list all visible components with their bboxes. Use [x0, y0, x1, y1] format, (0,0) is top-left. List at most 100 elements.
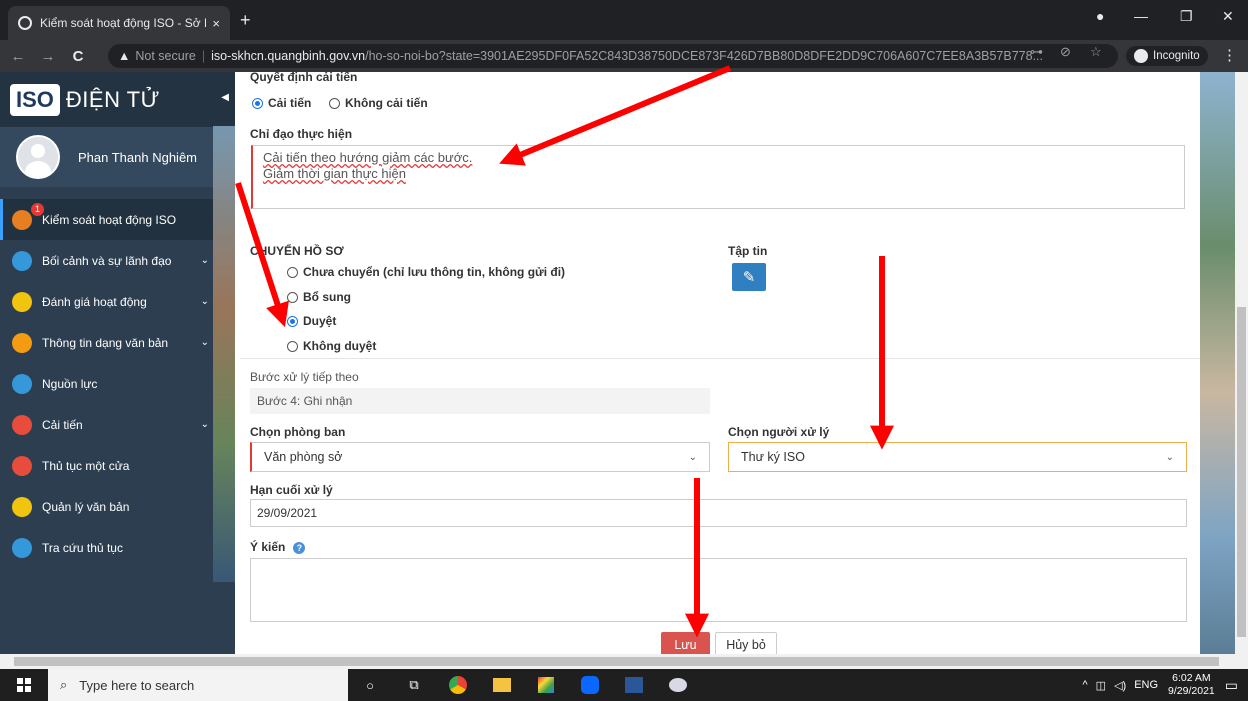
close-window-button[interactable]: ✕: [1222, 8, 1234, 25]
background-photo: [1200, 72, 1235, 654]
sidebar-item-label: Đánh giá hoạt động: [42, 294, 147, 309]
logo-iso: ISO: [10, 83, 60, 116]
url-separator: |: [201, 49, 206, 63]
word-icon[interactable]: [612, 669, 656, 701]
sidebar-item[interactable]: Nguồn lực: [0, 363, 235, 404]
sidebar-item[interactable]: 1 Kiểm soát hoạt động ISO: [0, 199, 235, 240]
opinion-textarea[interactable]: [250, 558, 1187, 622]
direction-textarea[interactable]: Cải tiến theo hướng giảm các bước. Giảm …: [251, 145, 1185, 209]
scroll-thumb[interactable]: [14, 657, 1219, 666]
key-icon[interactable]: ⊶: [1030, 44, 1043, 60]
save-button[interactable]: Lưu: [661, 632, 710, 654]
radio-dot: [252, 97, 263, 109]
radio-label: Bổ sung: [303, 290, 351, 304]
collapse-sidebar-icon[interactable]: ◀: [221, 92, 229, 103]
decision-option-improve[interactable]: Cải tiến: [252, 96, 311, 110]
menu-icon: [12, 209, 32, 230]
network-icon[interactable]: ◫: [1096, 679, 1106, 692]
browser-tab[interactable]: Kiểm soát hoạt động ISO - Sở Kh ×: [8, 6, 230, 40]
sidebar-item[interactable]: Đánh giá hoạt động ⌄: [0, 281, 235, 322]
taskbar-search[interactable]: ⌕ Type here to search: [48, 669, 348, 701]
transfer-option-not-sent[interactable]: Chưa chuyển (chỉ lưu thông tin, không gử…: [287, 265, 565, 279]
sidebar-item[interactable]: Bối cảnh và sự lãnh đạo ⌄: [0, 240, 235, 281]
globe-icon: [18, 16, 32, 30]
chevron-down-icon: ⌄: [688, 451, 697, 463]
incognito-label: Incognito: [1153, 50, 1200, 62]
menu-icon: [12, 250, 32, 271]
bookmark-star-icon[interactable]: ☆: [1090, 44, 1102, 60]
search-icon: ⌕: [60, 677, 68, 692]
chrome-icon[interactable]: [436, 669, 480, 701]
back-icon[interactable]: ←: [6, 48, 30, 65]
sidebar-item[interactable]: Cải tiến ⌄: [0, 404, 235, 445]
department-value: Văn phòng sở: [264, 450, 343, 464]
sidebar-item[interactable]: Tra cứu thủ tục: [0, 527, 235, 568]
avatar: [16, 135, 60, 179]
deadline-input[interactable]: 29/09/2021: [250, 499, 1187, 527]
clock[interactable]: 6:02 AM 9/29/2021: [1168, 672, 1215, 698]
forward-icon[interactable]: →: [36, 48, 60, 65]
scroll-thumb[interactable]: [1237, 307, 1246, 637]
chevron-down-icon: ⌄: [200, 296, 209, 307]
next-step-field: Bước 4: Ghi nhận: [250, 388, 710, 414]
handler-value: Thư ký ISO: [741, 450, 805, 464]
sidebar-item-label: Thông tin dạng văn bản: [42, 335, 169, 350]
incognito-icon: [1134, 49, 1148, 63]
taskbar-search-placeholder: Type here to search: [79, 677, 195, 693]
vertical-scrollbar[interactable]: [1235, 72, 1248, 654]
tracking-icon[interactable]: ⊘: [1060, 44, 1071, 60]
incognito-badge[interactable]: Incognito: [1126, 46, 1208, 66]
paint-icon[interactable]: [656, 669, 700, 701]
transfer-option-supplement[interactable]: Bổ sung: [287, 290, 351, 304]
url-host: iso-skhcn.quangbinh.gov.vn: [211, 49, 366, 63]
handler-select[interactable]: Thư ký ISO ⌄: [728, 442, 1187, 472]
minimize-button[interactable]: —: [1134, 8, 1148, 24]
radio-label: Duyệt: [303, 314, 337, 328]
opinion-label-text: Ý kiến: [250, 540, 286, 554]
sidebar-item-label: Kiểm soát hoạt động ISO: [42, 212, 177, 227]
radio-label: Cải tiến: [268, 96, 312, 110]
sidebar-item-label: Bối cảnh và sự lãnh đạo: [42, 253, 172, 268]
new-tab-button[interactable]: +: [240, 10, 251, 31]
file-explorer-icon[interactable]: [480, 669, 524, 701]
user-panel[interactable]: Phan Thanh Nghiêm: [0, 127, 235, 187]
browser-menu-icon[interactable]: ⋮: [1222, 46, 1237, 64]
notification-icon[interactable]: ▭: [1225, 677, 1238, 694]
sidebar-item-label: Thủ tục một cửa: [42, 458, 130, 473]
cancel-button[interactable]: Hủy bỏ: [715, 632, 777, 654]
help-icon[interactable]: ?: [293, 542, 306, 554]
app-icon[interactable]: [524, 669, 568, 701]
radio-dot: [329, 97, 340, 109]
chevron-down-icon: ⌄: [1165, 451, 1174, 463]
radio-label: Không duyệt: [303, 339, 377, 353]
decision-option-no-improve[interactable]: Không cải tiến: [329, 96, 428, 110]
department-select[interactable]: Văn phòng sở ⌄: [250, 442, 710, 472]
sidebar-item[interactable]: Thủ tục một cửa: [0, 445, 235, 486]
transfer-option-approve[interactable]: Duyệt: [287, 314, 336, 328]
main-form: Quyết định cải tiến Cải tiến Không cải t…: [235, 72, 1200, 654]
task-view-icon[interactable]: ⧉: [392, 669, 436, 701]
sidebar-item[interactable]: Thông tin dạng văn bản ⌄: [0, 322, 235, 363]
transfer-option-reject[interactable]: Không duyệt: [287, 339, 376, 353]
language-indicator[interactable]: ENG: [1134, 679, 1158, 691]
deadline-label: Hạn cuối xử lý: [250, 483, 333, 497]
reload-icon[interactable]: C: [66, 48, 90, 65]
url-bar[interactable]: ▲ Not secure | iso-skhcn.quangbinh.gov.v…: [108, 44, 1118, 68]
warning-icon: ▲: [118, 49, 131, 63]
app-logo[interactable]: ISO ĐIỆN TỬ ◀: [0, 72, 235, 127]
tray-chevron-icon[interactable]: ^: [1083, 679, 1088, 691]
zalo-icon[interactable]: [568, 669, 612, 701]
volume-icon[interactable]: ◁): [1114, 679, 1126, 692]
department-label: Chọn phòng ban: [250, 425, 346, 439]
tab-close-icon[interactable]: ×: [212, 16, 220, 31]
horizontal-scrollbar[interactable]: [0, 654, 1248, 669]
profile-icon[interactable]: ●: [1096, 8, 1104, 24]
menu-icon: [12, 537, 32, 558]
start-button[interactable]: [0, 669, 48, 701]
menu-icon: [12, 332, 32, 353]
restore-button[interactable]: ❐: [1180, 8, 1193, 25]
attach-file-button[interactable]: ✎: [732, 263, 766, 291]
sidebar-item[interactable]: Quản lý văn bản: [0, 486, 235, 527]
handler-label: Chọn người xử lý: [728, 425, 830, 439]
cortana-icon[interactable]: ○: [348, 669, 392, 701]
